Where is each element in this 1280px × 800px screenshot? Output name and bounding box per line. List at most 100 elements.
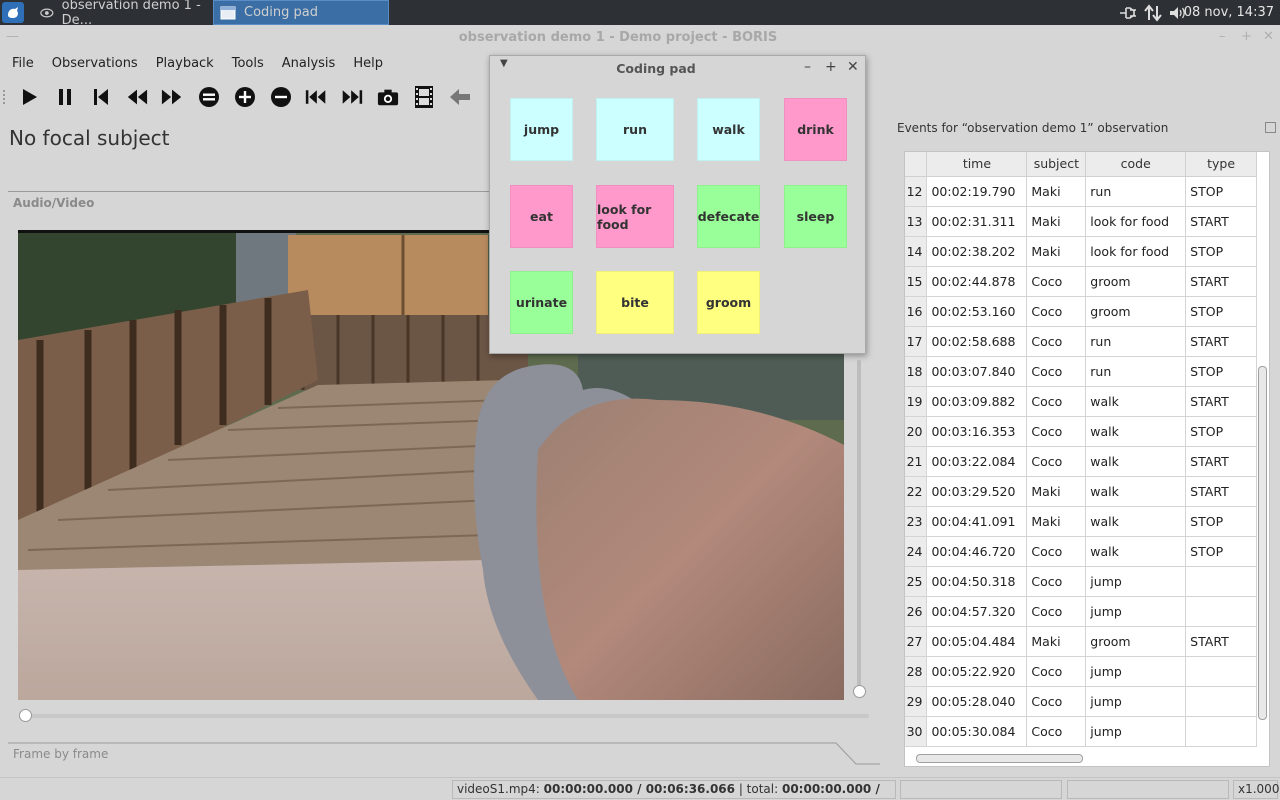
behavior-button-walk[interactable]: walk (697, 98, 760, 161)
table-row[interactable]: 17 00:02:58.688 Coco run START (905, 326, 1257, 357)
events-vertical-scrollbar[interactable] (1258, 366, 1267, 720)
play-button[interactable] (18, 86, 40, 108)
cell-subject[interactable]: Maki (1026, 626, 1087, 657)
row-number[interactable]: 25 (905, 566, 928, 597)
cell-time[interactable]: 00:04:50.318 (926, 566, 1028, 597)
cell-time[interactable]: 00:05:04.484 (926, 626, 1028, 657)
jump-backward-button[interactable] (305, 86, 327, 108)
minimize-button[interactable]: – (1219, 29, 1226, 44)
row-number[interactable]: 28 (905, 656, 928, 687)
menu-playback[interactable]: Playback (156, 56, 214, 71)
table-row[interactable]: 20 00:03:16.353 Coco walk STOP (905, 416, 1257, 447)
cell-subject[interactable]: Coco (1026, 716, 1087, 747)
row-number[interactable]: 16 (905, 296, 928, 327)
cell-type[interactable]: STOP (1185, 296, 1257, 327)
behavior-button-defecate[interactable]: defecate (697, 185, 760, 248)
cell-type[interactable]: STOP (1185, 536, 1257, 567)
table-row[interactable]: 18 00:03:07.840 Coco run STOP (905, 356, 1257, 387)
row-number[interactable]: 30 (905, 716, 928, 747)
table-row[interactable]: 26 00:04:57.320 Coco jump (905, 596, 1257, 627)
cell-time[interactable]: 00:02:31.311 (926, 206, 1028, 237)
cell-time[interactable]: 00:05:22.920 (926, 656, 1028, 687)
behavior-button-urinate[interactable]: urinate (510, 271, 573, 334)
row-number[interactable]: 13 (905, 206, 928, 237)
cell-type[interactable]: START (1185, 386, 1257, 417)
cell-time[interactable]: 00:05:28.040 (926, 686, 1028, 717)
toolbar-grip[interactable] (3, 90, 6, 104)
table-row[interactable]: 15 00:02:44.878 Coco groom START (905, 266, 1257, 297)
behavior-button-bite[interactable]: bite (596, 271, 674, 334)
cell-code[interactable]: jump (1085, 596, 1187, 627)
coding-pad-minimize-button[interactable]: – (804, 59, 811, 75)
cell-subject[interactable]: Coco (1026, 296, 1087, 327)
cell-code[interactable]: jump (1085, 716, 1187, 747)
cell-subject[interactable]: Coco (1026, 416, 1087, 447)
table-row[interactable]: 28 00:05:22.920 Coco jump (905, 656, 1257, 687)
cell-code[interactable]: walk (1085, 506, 1187, 537)
frame-by-frame-button[interactable] (413, 86, 435, 108)
row-number[interactable]: 24 (905, 536, 928, 567)
volume-slider-track[interactable] (857, 360, 861, 692)
cell-subject[interactable]: Maki (1026, 176, 1087, 207)
table-row[interactable]: 25 00:04:50.318 Coco jump (905, 566, 1257, 597)
cell-subject[interactable]: Coco (1026, 596, 1087, 627)
column-header-time[interactable]: time (926, 152, 1028, 177)
cell-time[interactable]: 00:03:07.840 (926, 356, 1028, 387)
row-number[interactable]: 22 (905, 476, 928, 507)
column-header-code[interactable]: code (1085, 152, 1187, 177)
frame-by-frame-tab[interactable] (8, 742, 880, 768)
speed-up-button[interactable] (234, 86, 256, 108)
menu-observations[interactable]: Observations (52, 56, 138, 71)
dock-float-button[interactable] (1265, 122, 1276, 133)
row-number[interactable]: 21 (905, 446, 928, 477)
cell-subject[interactable]: Maki (1026, 206, 1087, 237)
table-row[interactable]: 23 00:04:41.091 Maki walk STOP (905, 506, 1257, 537)
cell-subject[interactable]: Coco (1026, 686, 1087, 717)
menu-help[interactable]: Help (353, 56, 383, 71)
behavior-button-drink[interactable]: drink (784, 98, 847, 161)
coding-pad-maximize-button[interactable]: + (825, 59, 837, 75)
frame-by-frame-label[interactable]: Frame by frame (13, 747, 108, 761)
menu-file[interactable]: File (12, 56, 34, 71)
column-header-type[interactable]: type (1185, 152, 1257, 177)
cell-code[interactable]: jump (1085, 566, 1187, 597)
row-number[interactable]: 26 (905, 596, 928, 627)
cell-code[interactable]: run (1085, 176, 1187, 207)
cell-type[interactable]: START (1185, 446, 1257, 477)
volume-slider-handle[interactable] (853, 685, 866, 698)
behavior-button-jump[interactable]: jump (510, 98, 573, 161)
table-row[interactable]: 29 00:05:28.040 Coco jump (905, 686, 1257, 717)
network-transfer-icon[interactable] (1144, 3, 1162, 22)
cell-type[interactable]: START (1185, 476, 1257, 507)
pause-button[interactable] (54, 86, 76, 108)
cell-time[interactable]: 00:05:30.084 (926, 716, 1028, 747)
row-number[interactable]: 17 (905, 326, 928, 357)
cell-subject[interactable]: Maki (1026, 476, 1087, 507)
close-button[interactable]: ✕ (1263, 29, 1274, 44)
table-row[interactable]: 13 00:02:31.311 Maki look for food START (905, 206, 1257, 237)
cell-code[interactable]: jump (1085, 686, 1187, 717)
cell-code[interactable]: jump (1085, 656, 1187, 687)
cell-subject[interactable]: Coco (1026, 446, 1087, 477)
cell-time[interactable]: 00:04:41.091 (926, 506, 1028, 537)
table-row[interactable]: 24 00:04:46.720 Coco walk STOP (905, 536, 1257, 567)
cell-code[interactable]: walk (1085, 446, 1187, 477)
cell-subject[interactable]: Maki (1026, 506, 1087, 537)
cell-type[interactable]: START (1185, 266, 1257, 297)
cell-subject[interactable]: Coco (1026, 266, 1087, 297)
table-row[interactable]: 21 00:03:22.084 Coco walk START (905, 446, 1257, 477)
speed-down-button[interactable] (270, 86, 292, 108)
row-number[interactable]: 29 (905, 686, 928, 717)
cell-subject[interactable]: Coco (1026, 566, 1087, 597)
fast-forward-button[interactable] (161, 86, 183, 108)
cell-time[interactable]: 00:02:53.160 (926, 296, 1028, 327)
row-number[interactable]: 27 (905, 626, 928, 657)
cell-subject[interactable]: Coco (1026, 326, 1087, 357)
row-number[interactable]: 12 (905, 176, 928, 207)
behavior-button-eat[interactable]: eat (510, 185, 573, 248)
cell-type[interactable]: START (1185, 326, 1257, 357)
cell-code[interactable]: walk (1085, 536, 1187, 567)
cell-time[interactable]: 00:03:22.084 (926, 446, 1028, 477)
row-number[interactable]: 15 (905, 266, 928, 297)
cell-subject[interactable]: Coco (1026, 386, 1087, 417)
